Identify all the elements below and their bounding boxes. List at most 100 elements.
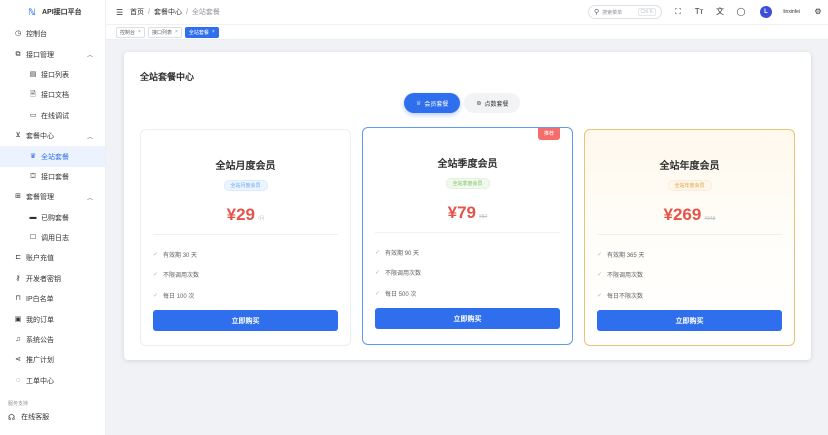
plan-price: ¥79: [447, 203, 477, 222]
chevron-up-icon: ︿: [86, 196, 93, 203]
feature-text: 有效期 90 天: [385, 250, 420, 257]
sidebar-item-ip-whitelist[interactable]: ⊓ IP白名单: [0, 289, 105, 309]
sidebar-item-label: 推广计划: [26, 357, 54, 365]
feature-text: 不限调用次数: [163, 273, 200, 280]
avatar[interactable]: L: [760, 6, 772, 18]
api-icon: ⧉: [15, 50, 21, 58]
plan-tag: 全站季度会员: [445, 178, 490, 189]
check-icon: ✓: [597, 272, 603, 279]
sidebar-item-developer-keys[interactable]: ⚷ 开发者密钥: [0, 269, 105, 289]
sidebar-item-plan-management[interactable]: ⊞ 套餐管理 ︿: [0, 187, 105, 207]
feature-text: 不限调用次数: [385, 271, 422, 278]
font-size-icon[interactable]: Tт: [694, 7, 704, 17]
sidebar-item-label: 账户充值: [26, 255, 54, 263]
search-shortcut: Ctrl K: [637, 8, 656, 16]
feature-item: ✓ 每日 500 次: [375, 283, 421, 304]
top-header: ☰ 首页 / 套餐中心 / 全站套餐 ⚲ 搜索菜单 Ctrl K ⛶ Tт 文 …: [106, 0, 828, 24]
grid-icon: ⊞: [15, 193, 21, 201]
cart-icon: ⊻: [15, 132, 21, 140]
buy-now-button[interactable]: 立即购买: [597, 310, 782, 331]
breadcrumb-plan-center[interactable]: 套餐中心: [154, 7, 182, 17]
feature-text: 有效期 365 天: [607, 252, 645, 259]
sidebar-item-site-plans[interactable]: ♛ 全站套餐: [0, 146, 105, 167]
list-icon: ▤: [29, 70, 37, 78]
feature-list: ✓ 有效期 90 天 ✓ 不限调用次数 ✓ 每日 500 次: [375, 242, 421, 304]
sidebar-item-label: 开发者密钥: [26, 275, 61, 283]
sidebar-item-announcements[interactable]: ♫ 系统公告: [0, 330, 105, 350]
chat-icon: ◌: [15, 376, 21, 384]
sidebar-item-label: 套餐管理: [26, 194, 54, 202]
sidebar-item-label: 工单中心: [26, 377, 54, 385]
dashboard-icon: ◷: [14, 30, 22, 38]
close-icon[interactable]: ×: [212, 29, 215, 35]
plan-center-card: 全站套餐中心 ♕ 会员套餐 ⊜ 点数套餐 全站月度会员 全站月度会员 ¥29 /…: [124, 52, 811, 360]
user-name[interactable]: linxinfei: [783, 9, 800, 15]
app-logo[interactable]: ℕ API接口平台: [0, 0, 105, 24]
check-icon: ✓: [597, 251, 603, 258]
app-title: API接口平台: [42, 9, 82, 16]
crown-icon: ♛: [29, 152, 37, 160]
buy-now-button[interactable]: 立即购买: [375, 308, 560, 329]
sidebar-item-label: 我的订单: [26, 316, 54, 324]
sidebar-item-api-management[interactable]: ⧉ 接口管理 ︿: [0, 44, 105, 64]
page-title: 全站套餐中心: [140, 72, 195, 82]
feature-item: ✓ 不限调用次数: [597, 265, 644, 286]
tab-points-plans[interactable]: ⊜ 点数套餐: [464, 93, 521, 113]
box-icon: ⛋: [30, 172, 36, 180]
sidebar-item-api-plans[interactable]: ⛋ 接口套餐: [0, 167, 105, 187]
headset-icon: ☊: [8, 412, 16, 422]
feature-list: ✓ 有效期 30 天 ✓ 不限调用次数 ✓ 每日 100 次: [153, 244, 199, 306]
check-icon: ✓: [375, 290, 381, 297]
breadcrumb-home[interactable]: 首页: [130, 7, 144, 17]
sidebar-item-label: 套餐中心: [26, 133, 54, 141]
fullscreen-icon[interactable]: ⛶: [673, 7, 683, 17]
translate-icon[interactable]: 文: [715, 7, 725, 17]
menu-search-input[interactable]: ⚲ 搜索菜单 Ctrl K: [588, 5, 662, 19]
check-icon: ✓: [153, 292, 159, 299]
sidebar-item-dashboard[interactable]: ◷ 控制台: [0, 24, 105, 44]
sidebar-item-api-list[interactable]: ▤ 接口列表: [0, 65, 105, 85]
sidebar-item-label: 控制台: [26, 31, 47, 39]
tag-label: 控制台: [120, 29, 136, 36]
search-icon: ⚲: [594, 9, 600, 16]
sidebar-item-label: IP白名单: [26, 296, 54, 304]
tag-api-list[interactable]: 接口列表 ×: [147, 26, 182, 38]
close-icon[interactable]: ×: [175, 29, 178, 35]
feature-text: 每日 500 次: [385, 291, 417, 298]
tag-dashboard[interactable]: 控制台 ×: [116, 26, 145, 38]
online-support-label: 在线客服: [21, 414, 50, 422]
sidebar-item-purchased-plans[interactable]: ▬ 已购套餐: [0, 208, 105, 228]
ticket-icon: ▬: [29, 213, 37, 221]
sidebar-item-call-logs[interactable]: ☐ 调用日志: [0, 228, 105, 248]
tag-label: 全站套餐: [188, 29, 209, 36]
search-placeholder: 搜索菜单: [602, 9, 623, 16]
close-icon[interactable]: ×: [138, 29, 141, 35]
feature-item: ✓ 不限调用次数: [153, 265, 199, 286]
log-icon: ☐: [29, 234, 37, 242]
online-support-link[interactable]: ☊ 在线客服: [0, 409, 105, 425]
plan-price: ¥269: [663, 205, 702, 224]
settings-icon[interactable]: ⚙: [813, 7, 823, 17]
buy-now-button[interactable]: 立即购买: [153, 310, 338, 331]
theme-toggle-icon[interactable]: ◯: [736, 7, 746, 17]
sidebar-item-referral[interactable]: ⋖ 推广计划: [0, 350, 105, 370]
recommended-badge: 推荐: [538, 128, 560, 140]
sidebar-item-plan-center[interactable]: ⊻ 套餐中心 ︿: [0, 126, 105, 146]
sidebar-item-my-orders[interactable]: ▣ 我的订单: [0, 309, 105, 329]
plan-type-switch: ♕ 会员套餐 ⊜ 点数套餐: [404, 93, 521, 113]
sidebar-item-online-debug[interactable]: ▭ 在线调试: [0, 106, 105, 126]
plan-price: ¥29: [226, 205, 255, 224]
check-icon: ✓: [375, 270, 381, 277]
tab-member-plans[interactable]: ♕ 会员套餐: [404, 93, 461, 113]
price-row: ¥79 ¥87: [363, 203, 572, 223]
sidebar-item-tickets[interactable]: ◌ 工单中心: [0, 371, 105, 391]
check-icon: ✓: [153, 272, 159, 279]
sidebar-item-recharge[interactable]: ⊏ 账户充值: [0, 248, 105, 268]
tag-site-plans[interactable]: 全站套餐 ×: [184, 26, 219, 38]
lock-icon: ⊓: [15, 295, 21, 303]
feature-item: ✓ 有效期 30 天: [153, 244, 199, 265]
sidebar-item-api-docs[interactable]: 🗎 接口文档: [0, 85, 105, 105]
feature-item: ✓ 每日 100 次: [153, 285, 199, 306]
check-icon: ✓: [153, 251, 159, 258]
menu-fold-icon[interactable]: ☰: [116, 8, 126, 17]
